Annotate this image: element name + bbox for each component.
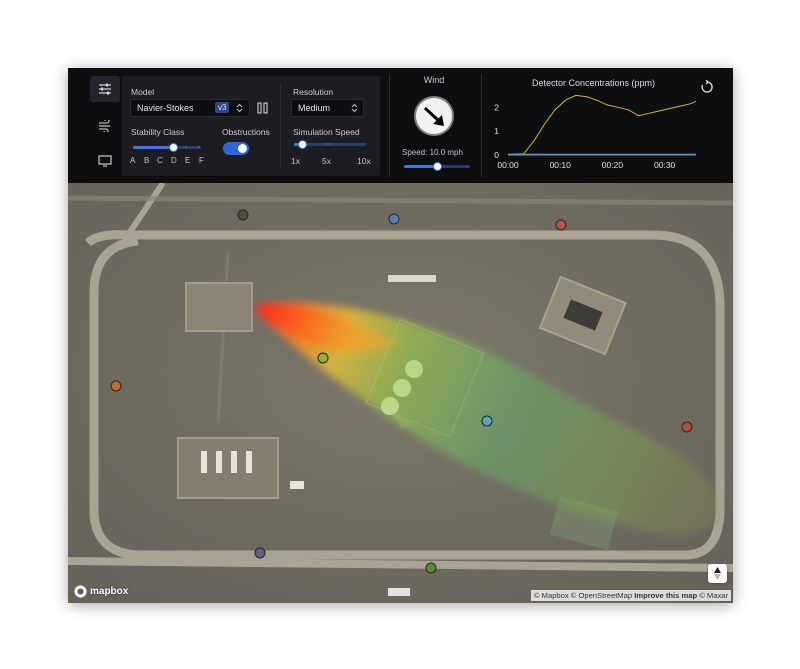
stability-tick [146, 146, 148, 148]
obstructions-toggle[interactable] [223, 142, 249, 155]
wind-direction-dial[interactable] [414, 96, 454, 136]
detector-marker[interactable] [681, 421, 693, 433]
truck [290, 481, 304, 489]
sim-speed-tick-10x: 10x [357, 156, 371, 166]
detector-marker[interactable] [237, 209, 249, 221]
map-compass-button[interactable] [708, 564, 727, 583]
arrow-down-right-icon [423, 106, 444, 126]
sliders-tab[interactable] [90, 76, 120, 102]
model-settings-panel: Model Navier-Stokes v3 Stability Class A… [122, 76, 380, 176]
stability-tick-d: D [171, 156, 177, 165]
panel-divider [280, 84, 281, 168]
model-version-badge: v3 [215, 102, 230, 113]
model-select[interactable]: Navier-Stokes [130, 99, 250, 117]
display-tab[interactable] [90, 148, 120, 174]
stability-tick [185, 146, 187, 148]
well-pad [177, 437, 279, 499]
wind-icon [99, 120, 110, 132]
toggle-knob [238, 144, 247, 153]
sim-speed-tick [327, 143, 329, 145]
chart-title: Detector Concentrations (ppm) [531, 78, 656, 88]
sim-speed-tick-1x: 1x [291, 156, 300, 166]
detector-marker[interactable] [317, 352, 329, 364]
stability-tick-c: C [157, 156, 163, 165]
attribution-prefix[interactable]: © Mapbox © OpenStreetMap [534, 591, 634, 600]
sliders-icon [99, 83, 111, 95]
mapbox-logo-text: mapbox [90, 586, 129, 597]
sim-speed-label: Simulation Speed [293, 127, 360, 137]
app-window: Model Navier-Stokes v3 Stability Class A… [68, 68, 733, 603]
detector-marker[interactable] [425, 562, 437, 574]
stability-tick [198, 146, 200, 148]
stability-tick-e: E [185, 156, 191, 165]
panel-switcher [90, 76, 120, 176]
detector-marker[interactable] [555, 219, 567, 231]
x-tick-label: 00:10 [550, 160, 572, 170]
wind-speed-slider-knob[interactable] [433, 162, 442, 171]
mapbox-logo-icon [74, 585, 87, 598]
detector-marker[interactable] [388, 213, 400, 225]
stability-slider-knob[interactable] [169, 143, 178, 152]
detector-chart-panel: Detector Concentrations (ppm) 0 1 2 00:00 00… [481, 68, 733, 183]
wind-title: Wind [423, 75, 445, 85]
stability-tick-b: B [144, 156, 150, 165]
model-label: Model [131, 87, 155, 97]
x-tick-label: 00:20 [602, 160, 624, 170]
x-tick-label: 00:00 [497, 160, 519, 170]
y-tick-label: 0 [494, 150, 499, 160]
stability-tick-f: F [199, 156, 204, 165]
series-line [507, 94, 697, 155]
mapbox-logo[interactable]: mapbox [74, 585, 128, 598]
x-tick-label: 00:30 [654, 160, 676, 170]
well-pad [185, 282, 253, 332]
select-chevrons-icon [351, 103, 358, 113]
map-attribution: © Mapbox © OpenStreetMap Improve this ma… [530, 590, 731, 601]
map-canvas [68, 181, 733, 603]
resolution-label: Resolution [293, 87, 334, 97]
stability-tick-a: A [130, 156, 136, 165]
detector-marker[interactable] [254, 547, 266, 559]
pause-icon[interactable] [257, 102, 268, 114]
stability-tick [159, 146, 161, 148]
sim-speed-tick-5x: 5x [322, 156, 331, 166]
sim-speed-slider-knob[interactable] [298, 140, 307, 149]
y-tick-label: 1 [494, 126, 499, 136]
stability-label: Stability Class [131, 127, 185, 137]
control-toolbar: Model Navier-Stokes v3 Stability Class A… [68, 68, 733, 183]
truck [388, 275, 436, 282]
wind-speed-text: Speed: 10.0 mph [402, 148, 463, 157]
concentration-chart: 0 1 2 00:00 00:10 00:20 00:30 [494, 94, 697, 170]
detector-marker[interactable] [110, 380, 122, 392]
model-select-value: Navier-Stokes [137, 103, 194, 113]
stability-tick [133, 146, 135, 148]
y-tick-label: 2 [494, 102, 499, 112]
improve-map-link[interactable]: Improve this map [634, 591, 697, 600]
attribution-suffix[interactable]: © Maxar [697, 591, 728, 600]
north-arrow-icon [714, 567, 721, 580]
truck [388, 588, 410, 596]
select-chevrons-icon [236, 103, 243, 113]
obstructions-label: Obstructions [222, 127, 270, 137]
wind-tab[interactable] [90, 113, 120, 139]
monitor-icon [98, 155, 112, 167]
detector-marker[interactable] [481, 415, 493, 427]
resolution-select-value: Medium [298, 103, 331, 113]
wind-panel: Wind Speed: 10.0 mph [390, 68, 478, 183]
satellite-map[interactable]: mapbox © Mapbox © OpenStreetMap Improve … [68, 181, 733, 603]
